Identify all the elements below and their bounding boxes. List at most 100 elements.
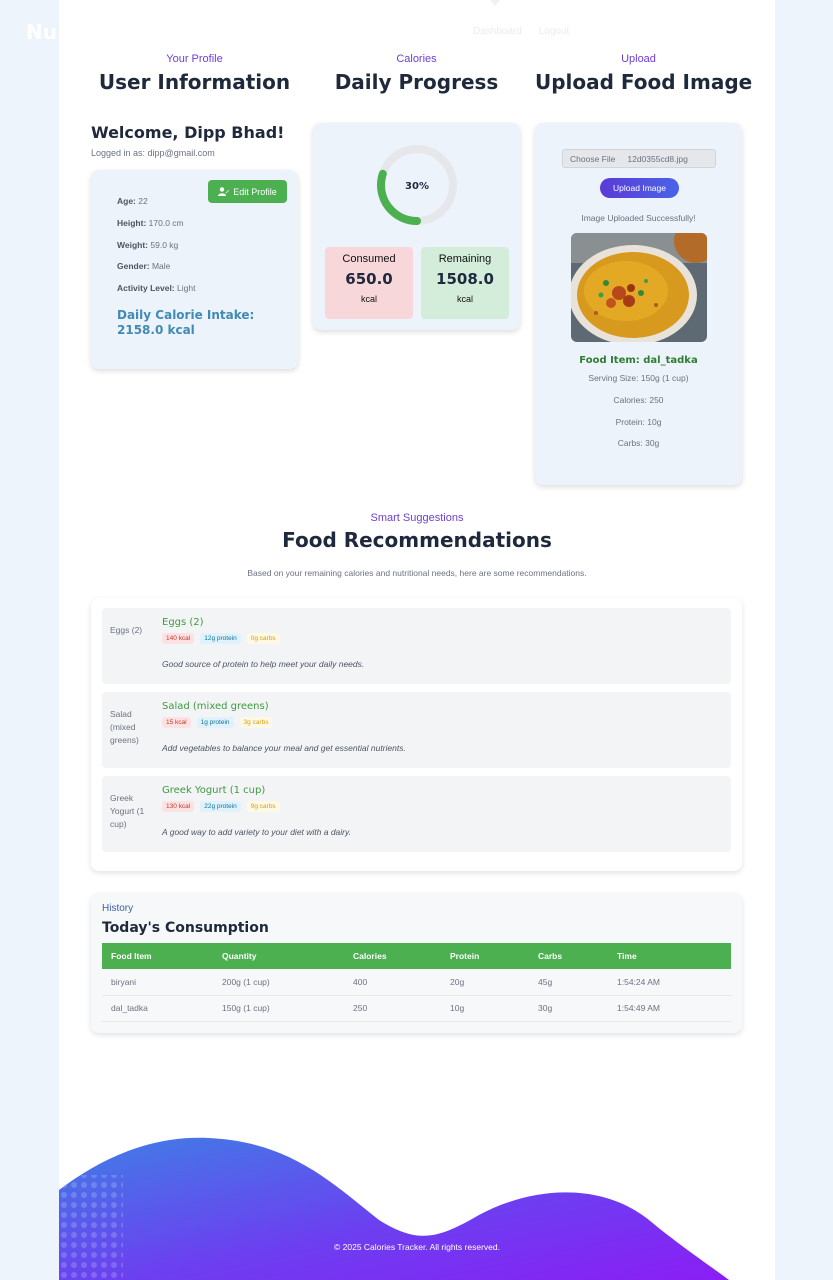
table-header-row: Food Item Quantity Calories Protein Carb…	[102, 943, 731, 969]
table-row: dal_tadka 150g (1 cup) 250 10g 30g 1:54:…	[102, 995, 731, 1022]
recommendation-image: Salad (mixed greens)	[110, 709, 139, 745]
recommendation-name: Greek Yogurt (1 cup)	[162, 785, 266, 796]
profile-subtitle: Your Profile	[166, 53, 223, 65]
recommendations-intro: Based on your remaining calories and nut…	[247, 568, 587, 578]
column-header: Carbs	[529, 943, 608, 969]
file-name: 12d0355cd8.jpg	[627, 153, 688, 164]
recommendation-description: Good source of protein to help meet your…	[162, 659, 365, 669]
info-height: Height: 170.0 cm	[117, 218, 184, 228]
recommendations-subtitle: Smart Suggestions	[370, 512, 464, 524]
consumed-label: Consumed	[342, 253, 396, 265]
info-value: 170.0 cm	[148, 218, 184, 228]
daily-calorie-label: Daily Calorie Intake:	[117, 308, 255, 322]
progress-card: 30% Consumed 650.0 kcal Remaining 1508.0…	[313, 123, 520, 330]
info-label: Height:	[117, 218, 147, 228]
consumed-box: Consumed 650.0 kcal	[325, 247, 413, 319]
info-label: Gender:	[117, 261, 150, 271]
recommendation-description: Add vegetables to balance your meal and …	[162, 743, 406, 753]
nav-logout-link[interactable]: Logout	[539, 26, 570, 37]
table-cell: 250	[344, 995, 441, 1022]
consumption-table: Food Item Quantity Calories Protein Carb…	[102, 943, 731, 1022]
table-cell: 1:54:24 AM	[608, 969, 731, 996]
footer-wave	[59, 1137, 729, 1280]
upload-image-button[interactable]: Upload Image	[600, 178, 679, 198]
progress-subtitle: Calories	[396, 53, 437, 65]
kcal-tag: 130 kcal	[162, 801, 195, 812]
remaining-label: Remaining	[438, 253, 492, 265]
table-cell: dal_tadka	[102, 995, 213, 1022]
food-item-name: Food Item: dal_tadka	[579, 355, 698, 366]
history-card: History Today's Consumption Food Item Qu…	[91, 893, 742, 1033]
list-item: Eggs (2) Eggs (2) 140 kcal 12g protein 0…	[102, 608, 731, 684]
edit-profile-button[interactable]: Edit Profile	[208, 180, 287, 203]
recommendations-list: Eggs (2) Eggs (2) 140 kcal 12g protein 0…	[91, 598, 742, 871]
food-protein: Protein: 10g	[615, 417, 662, 427]
recommendation-description: A good way to add variety to your diet w…	[162, 827, 351, 837]
table-cell: 20g	[441, 969, 529, 996]
nutrition-tags: 130 kcal 22g protein 9g carbs	[162, 801, 280, 812]
info-value: 22	[138, 196, 148, 206]
protein-tag: 1g protein	[196, 717, 234, 728]
welcome-heading: Welcome, Dipp Bhad!	[91, 123, 285, 142]
brand-logo[interactable]: Nu	[26, 20, 57, 44]
info-value: Male	[151, 261, 171, 271]
info-age: Age: 22	[117, 196, 148, 206]
choose-file-button[interactable]: Choose File	[570, 154, 615, 164]
nav-caret-icon	[490, 0, 500, 6]
remaining-box: Remaining 1508.0 kcal	[421, 247, 509, 319]
table-cell: 30g	[529, 995, 608, 1022]
profile-card: Edit Profile Age: 22 Height: 170.0 cm We…	[91, 170, 298, 369]
info-label: Age:	[117, 196, 136, 206]
protein-tag: 22g protein	[200, 801, 241, 812]
table-cell: 200g (1 cup)	[213, 969, 344, 996]
history-subtitle: History	[102, 903, 134, 914]
table-cell: biryani	[102, 969, 213, 996]
food-carbs: Carbs: 30g	[617, 438, 660, 448]
upload-success-message: Image Uploaded Successfully!	[581, 213, 696, 223]
protein-tag: 12g protein	[200, 633, 241, 644]
consumed-value: 650.0	[345, 270, 393, 288]
info-label: Weight:	[117, 240, 149, 250]
table-cell: 10g	[441, 995, 529, 1022]
nav-dashboard-link[interactable]: Dashboard	[473, 26, 522, 37]
recommendation-name: Eggs (2)	[162, 617, 204, 628]
nutrition-tags: 15 kcal 1g protein 3g carbs	[162, 717, 273, 728]
profile-title: User Information	[98, 70, 291, 94]
daily-calorie-value: 2158.0 kcal	[117, 323, 195, 337]
carbs-tag: 3g carbs	[239, 717, 273, 728]
column-header: Calories	[344, 943, 441, 969]
column-header: Time	[608, 943, 731, 969]
consumed-unit: kcal	[360, 294, 377, 304]
upload-title: Upload Food Image	[535, 70, 753, 94]
food-serving: Serving Size: 150g (1 cup)	[588, 373, 689, 383]
column-header: Protein	[441, 943, 529, 969]
footer-copyright: © 2025 Calories Tracker. All rights rese…	[334, 1242, 500, 1252]
info-weight: Weight: 59.0 kg	[117, 240, 178, 250]
file-input[interactable]: Choose File 12d0355cd8.jpg	[562, 149, 716, 168]
logged-in-text: Logged in as: dipp@gmail.com	[91, 148, 215, 158]
upload-subtitle: Upload	[621, 53, 656, 65]
info-label: Activity Level:	[117, 283, 175, 293]
top-nav: Dashboard Logout	[473, 26, 583, 37]
kcal-tag: 15 kcal	[162, 717, 191, 728]
column-header: Food Item	[102, 943, 213, 969]
info-gender: Gender: Male	[117, 261, 170, 271]
history-title: Today's Consumption	[102, 920, 269, 936]
progress-title: Daily Progress	[334, 70, 499, 94]
table-cell: 45g	[529, 969, 608, 996]
recommendation-image: Eggs (2)	[110, 625, 143, 635]
column-header: Quantity	[213, 943, 344, 969]
food-calories: Calories: 250	[613, 395, 664, 405]
recommendation-name: Salad (mixed greens)	[162, 701, 269, 712]
info-activity: Activity Level: Light	[117, 283, 195, 293]
user-edit-icon	[218, 187, 230, 196]
uploaded-food-image	[571, 233, 707, 342]
progress-percent: 30%	[405, 181, 429, 192]
edit-profile-label: Edit Profile	[233, 186, 277, 197]
daily-calorie-intake: Daily Calorie Intake: 2158.0 kcal	[117, 308, 254, 338]
table-cell: 150g (1 cup)	[213, 995, 344, 1022]
carbs-tag: 0g carbs	[246, 633, 280, 644]
carbs-tag: 9g carbs	[246, 801, 280, 812]
remaining-value: 1508.0	[436, 270, 494, 288]
nutrition-tags: 140 kcal 12g protein 0g carbs	[162, 633, 280, 644]
